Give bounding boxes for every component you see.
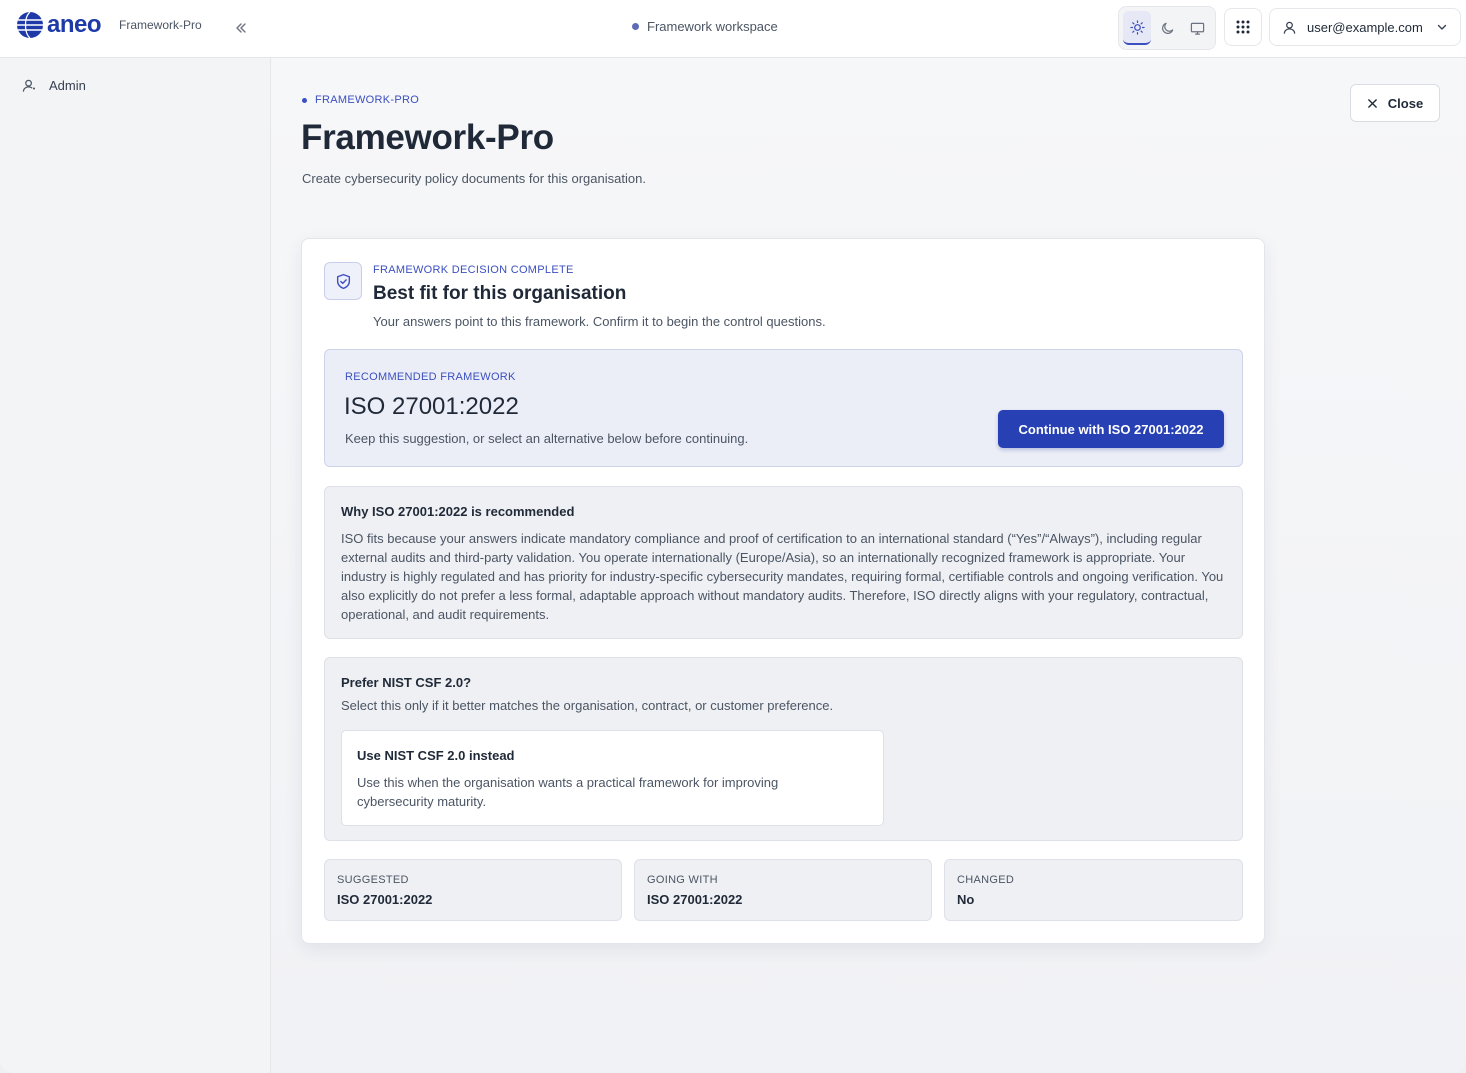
nist-option-description: Use this when the organisation wants a p… — [357, 775, 779, 809]
decision-subtitle: Your answers point to this framework. Co… — [373, 314, 826, 329]
brand-logo[interactable]: aneo — [16, 11, 102, 39]
grid-icon — [1236, 20, 1250, 34]
workspace-indicator: Framework workspace — [632, 19, 778, 34]
logo-wordmark: aneo — [47, 11, 102, 38]
decision-eyebrow: FRAMEWORK DECISION COMPLETE — [373, 264, 574, 276]
alternative-subtitle: Select this only if it better matches th… — [341, 698, 834, 713]
summary-changed: CHANGED No — [944, 859, 1243, 921]
recommended-framework-name: ISO 27001:2022 — [344, 393, 519, 420]
nist-option-title: Use NIST CSF 2.0 instead — [357, 748, 515, 763]
chevron-down-icon — [1437, 24, 1447, 30]
summary-value: ISO 27001:2022 — [337, 892, 433, 907]
summary-label: CHANGED — [957, 874, 1015, 886]
decision-title: Best fit for this organisation — [373, 283, 627, 304]
sidebar: Admin — [0, 58, 271, 1073]
user-email: user@example.com — [1307, 19, 1423, 35]
summary-label: SUGGESTED — [337, 874, 409, 886]
light-theme-button[interactable] — [1123, 11, 1151, 45]
app-launcher-button[interactable] — [1224, 8, 1262, 46]
moon-icon — [1161, 22, 1173, 34]
close-button[interactable]: Close — [1350, 84, 1440, 122]
eyebrow-dot-icon — [302, 97, 307, 103]
shield-badge — [324, 262, 362, 300]
shield-check-icon — [336, 273, 350, 289]
summary-label: GOING WITH — [647, 874, 718, 886]
reason-body: ISO fits because your answers indicate m… — [341, 531, 1224, 622]
main-content: FRAMEWORK-PRO Framework-Pro Create cyber… — [271, 58, 1466, 1073]
use-nist-option-card[interactable]: Use NIST CSF 2.0 instead Use this when t… — [341, 730, 884, 826]
page-subtitle: Create cybersecurity policy documents fo… — [302, 171, 646, 186]
workspace-label: Framework workspace — [647, 19, 778, 34]
theme-switcher — [1118, 6, 1216, 50]
chevrons-left-icon — [236, 23, 246, 33]
framework-decision-card: FRAMEWORK DECISION COMPLETE Best fit for… — [301, 238, 1265, 944]
monitor-icon — [1190, 22, 1204, 35]
close-button-label: Close — [1387, 95, 1424, 111]
system-theme-button[interactable] — [1183, 11, 1211, 45]
status-dot-icon — [632, 23, 639, 30]
sun-icon — [1129, 19, 1145, 35]
recommended-note: Keep this suggestion, or select an alter… — [345, 431, 749, 446]
page-eyebrow-label: FRAMEWORK-PRO — [315, 94, 420, 106]
summary-suggested: SUGGESTED ISO 27001:2022 — [324, 859, 622, 921]
user-icon — [22, 79, 36, 92]
recommended-eyebrow: RECOMMENDED FRAMEWORK — [345, 371, 516, 383]
recommended-framework-panel: RECOMMENDED FRAMEWORK ISO 27001:2022 Kee… — [324, 349, 1243, 467]
continue-button[interactable]: Continue with ISO 27001:2022 — [998, 410, 1224, 448]
alternative-framework-panel: Prefer NIST CSF 2.0? Select this only if… — [324, 657, 1243, 841]
recommendation-reason-panel: Why ISO 27001:2022 is recommended ISO fi… — [324, 486, 1243, 639]
user-menu-button[interactable]: user@example.com — [1269, 8, 1461, 46]
page-eyebrow: FRAMEWORK-PRO — [302, 94, 419, 106]
dark-theme-button[interactable] — [1153, 11, 1181, 45]
summary-value: No — [957, 892, 975, 907]
user-icon — [1283, 21, 1296, 34]
close-icon — [1367, 98, 1377, 108]
sidebar-item-label: Admin — [49, 78, 86, 93]
page-title: Framework-Pro — [301, 118, 554, 157]
summary-going-with: GOING WITH ISO 27001:2022 — [634, 859, 932, 921]
summary-value: ISO 27001:2022 — [647, 892, 743, 907]
app-name: Framework-Pro — [119, 18, 202, 32]
globe-logo-icon — [17, 11, 43, 39]
app-window: aneo Framework-Pro Framework workspace u… — [0, 0, 1466, 1073]
top-bar: aneo Framework-Pro Framework workspace u… — [0, 0, 1466, 58]
sidebar-item-admin[interactable]: Admin — [22, 78, 86, 93]
alternative-title: Prefer NIST CSF 2.0? — [341, 675, 472, 690]
collapse-sidebar-button[interactable] — [230, 17, 252, 39]
reason-title: Why ISO 27001:2022 is recommended — [341, 504, 575, 519]
